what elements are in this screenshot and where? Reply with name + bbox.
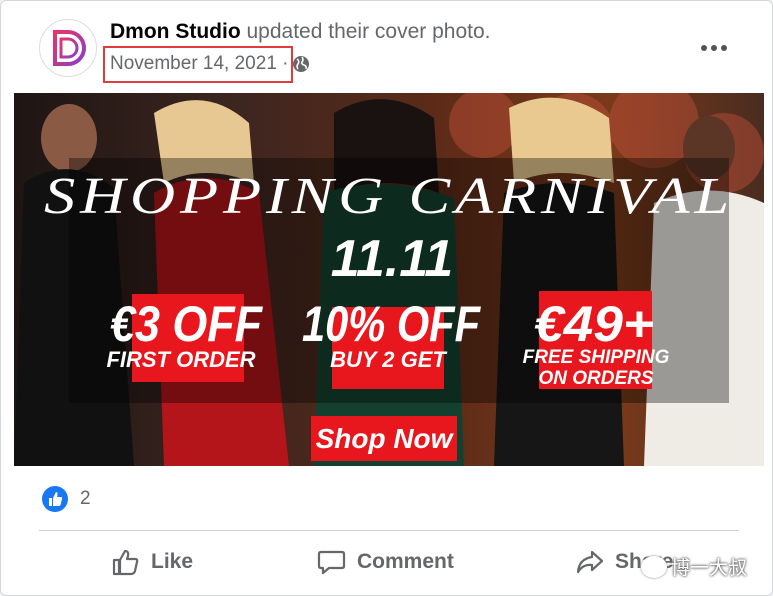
shop-now-button[interactable]: Shop Now bbox=[311, 416, 457, 461]
share-icon bbox=[576, 550, 604, 574]
globe-icon bbox=[293, 56, 309, 72]
more-options-icon bbox=[701, 45, 727, 51]
cover-photo[interactable]: SHOPPING CARNIVAL 11.11 €3 OFF FIRST ORD… bbox=[14, 93, 764, 466]
thumbs-up-icon bbox=[112, 549, 139, 576]
comment-icon bbox=[317, 550, 346, 575]
more-options-button[interactable] bbox=[697, 31, 731, 65]
page-name-link[interactable]: Dmon Studio bbox=[110, 20, 241, 43]
offer-2-value: 10% OFF bbox=[302, 296, 481, 352]
offer-3-value: €49+ bbox=[534, 296, 654, 352]
watermark-text: 博一大叔 bbox=[671, 558, 748, 579]
comment-label: Comment bbox=[357, 550, 454, 573]
offer-2-label: BUY 2 GET bbox=[330, 347, 447, 372]
offer-3-label-2: ON ORDERS bbox=[538, 368, 653, 389]
offer-3-label-1: FREE SHIPPING bbox=[523, 347, 670, 368]
post-header-text: Dmon Studio updated their cover photo. bbox=[110, 20, 491, 44]
watermark: 博一大叔 bbox=[641, 553, 747, 580]
post-action-text: updated their cover photo. bbox=[246, 20, 491, 43]
reaction-count: 2 bbox=[80, 488, 91, 509]
offer-1-label: FIRST ORDER bbox=[106, 347, 255, 372]
shop-now-label: Shop Now bbox=[316, 423, 455, 454]
cover-photo-art: SHOPPING CARNIVAL 11.11 €3 OFF FIRST ORD… bbox=[14, 93, 764, 466]
offer-1-value: €3 OFF bbox=[110, 296, 263, 352]
banner-event: 11.11 bbox=[331, 230, 453, 288]
post-date-line: November 14, 2021 · bbox=[110, 53, 289, 75]
comment-button[interactable]: Comment bbox=[317, 545, 454, 579]
post-timestamp[interactable]: November 14, 2021 bbox=[110, 53, 277, 74]
page-avatar[interactable] bbox=[39, 19, 97, 77]
reaction-summary[interactable]: 2 bbox=[41, 485, 91, 513]
actions-divider bbox=[39, 530, 739, 531]
like-reaction-icon bbox=[42, 486, 68, 512]
wechat-icon bbox=[641, 555, 667, 578]
banner-headline: SHOPPING CARNIVAL bbox=[44, 168, 734, 225]
dmon-logo-icon bbox=[53, 30, 86, 66]
like-button[interactable]: Like bbox=[111, 545, 193, 579]
date-separator: · bbox=[282, 53, 289, 74]
like-label: Like bbox=[151, 550, 194, 573]
post-card: Dmon Studio updated their cover photo. N… bbox=[0, 0, 773, 596]
